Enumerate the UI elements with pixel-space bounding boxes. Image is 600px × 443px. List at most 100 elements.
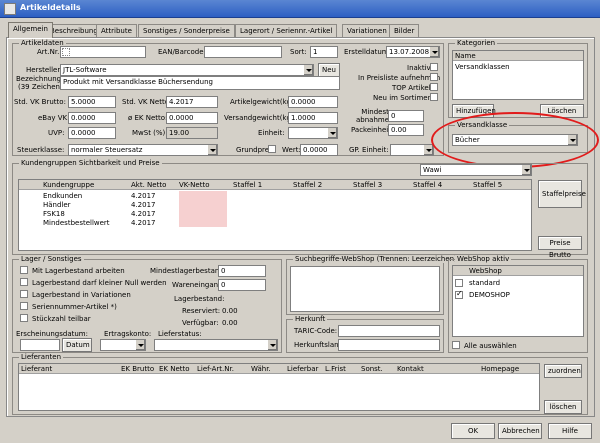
topartikel-label: TOP Artikel [392, 84, 431, 92]
suchbegriffe-textarea[interactable] [290, 266, 440, 312]
lieferstatus-select[interactable] [154, 339, 278, 351]
sort-field[interactable] [310, 46, 338, 58]
std-vk-netto-field[interactable] [166, 96, 218, 108]
abbrechen-button[interactable]: Abbrechen [498, 423, 542, 439]
webshop-list[interactable]: WebShop standard DEMOSHOP [452, 265, 584, 337]
table-row[interactable]: Händler 4.2017 [19, 201, 531, 209]
column-header: Staffel 4 [413, 181, 443, 189]
tab-beschreibung[interactable]: Beschreibung [45, 24, 103, 38]
alle-auswaehlen-checkbox[interactable] [452, 341, 460, 349]
group-label: Lager / Sonstiges [19, 255, 84, 263]
lieferanten-table[interactable]: Lieferant EK Brutto EK Netto Lief-Art.Nr… [18, 363, 540, 411]
chevron-down-icon[interactable] [207, 145, 217, 155]
zuordnen-button[interactable]: zuordnen [544, 364, 582, 378]
table-header: Lieferant EK Brutto EK Netto Lief-Art.Nr… [19, 364, 539, 374]
ek-netto-label: ø EK Netto: [128, 114, 168, 122]
taric-field[interactable] [338, 325, 440, 337]
group-label: Artikeldaten [19, 39, 66, 47]
steuerklasse-label: Steuerklasse: [17, 146, 65, 154]
inaktiv-checkbox[interactable] [430, 63, 438, 71]
wert-field[interactable] [300, 144, 338, 156]
chevron-down-icon[interactable] [267, 340, 277, 350]
erscheinungsdatum-field[interactable] [20, 339, 60, 351]
tab-attribute[interactable]: Attribute [96, 24, 137, 38]
artikelgewicht-field[interactable] [288, 96, 338, 108]
preise-brutto-button[interactable]: Preise Brutto [538, 236, 582, 259]
chevron-down-icon[interactable] [135, 340, 145, 350]
tab-sonstiges[interactable]: Sonstiges / Sonderpreise [138, 24, 235, 38]
bezeichnung-label: Bezeichnung: [16, 75, 64, 83]
preisliste-label: In Preisliste aufnehmen [358, 74, 441, 82]
grundpreis-checkbox[interactable] [268, 145, 276, 153]
ertragskonto-select[interactable] [100, 339, 146, 351]
loeschen-button[interactable]: löschen [544, 400, 582, 414]
staffelpreise-button[interactable]: Staffelpreise [538, 180, 586, 208]
kundengruppen-table[interactable]: Kundengruppe Akt. Netto VK-Netto Staffel… [18, 179, 532, 251]
tab-variationen[interactable]: Variationen [342, 24, 392, 38]
ok-button[interactable]: OK [451, 423, 495, 439]
lager-checkbox-4[interactable] [20, 302, 28, 310]
hilfe-button[interactable]: Hilfe [548, 423, 592, 439]
list-item[interactable]: DEMOSHOP [453, 289, 583, 301]
artikelgewicht-label: Artikelgewicht(kg): [230, 98, 297, 106]
ek-netto-field[interactable] [166, 112, 218, 124]
group-label: WebShop aktiv [455, 255, 512, 263]
std-vk-brutto-field[interactable] [68, 96, 116, 108]
group-label: Kategorien [455, 39, 498, 47]
webshop-checkbox[interactable] [455, 279, 463, 287]
lager-checkbox-2[interactable] [20, 278, 28, 286]
erstelldatum-field[interactable]: 13.07.2008 [386, 46, 440, 58]
mindestabnahme-label: Mindest- abnahme: [356, 108, 392, 124]
herkunftsland-field[interactable] [338, 339, 440, 351]
calendar-dropdown-icon[interactable] [429, 47, 439, 57]
column-header: Staffel 3 [353, 181, 383, 189]
uvp-field[interactable] [68, 127, 116, 139]
preisliste-checkbox[interactable] [430, 73, 438, 81]
bezeichnung-field[interactable]: Produkt mit Versandklasse Büchersendung [60, 76, 340, 90]
mindestlagerbestand-field[interactable] [218, 265, 266, 277]
chevron-down-icon[interactable] [521, 165, 531, 175]
chevron-down-icon[interactable] [423, 145, 433, 155]
tab-lagerort[interactable]: Lagerort / Seriennr.-Artikel [235, 24, 338, 38]
title-bar: Artikeldetails [0, 0, 600, 18]
table-row[interactable]: Mindestbestellwert 4.2017 [19, 219, 531, 227]
lager-checkbox-label: Mit Lagerbestand arbeiten [32, 267, 125, 275]
lager-checkbox-3[interactable] [20, 290, 28, 298]
chevron-down-icon[interactable] [303, 65, 313, 75]
steuerklasse-select[interactable]: normaler Steuersatz [68, 144, 218, 156]
column-header: Staffel 2 [293, 181, 323, 189]
neu-sortiment-checkbox[interactable] [430, 93, 438, 101]
gp-einheit-select[interactable] [390, 144, 434, 156]
wawi-select[interactable]: Wawi [420, 164, 532, 176]
lager-checkbox-1[interactable] [20, 266, 28, 274]
hersteller-neu-button[interactable]: Neu [318, 63, 340, 77]
datum-button[interactable]: Datum [62, 338, 92, 352]
column-header: Kontakt [397, 365, 424, 373]
topartikel-checkbox[interactable] [430, 83, 438, 91]
ean-field[interactable] [204, 46, 282, 58]
wareneingang-field[interactable] [218, 279, 266, 291]
webshop-checkbox[interactable] [455, 289, 463, 299]
packeinheit-field[interactable] [388, 124, 424, 136]
versandgewicht-field[interactable] [288, 112, 338, 124]
kategorien-header: Name [453, 51, 583, 61]
tab-bilder[interactable]: Bilder [389, 24, 420, 38]
mindestabnahme-field[interactable] [388, 110, 424, 122]
lager-checkbox-5[interactable] [20, 314, 28, 322]
column-header: Sonst. [361, 365, 383, 373]
group-label: Herkunft [293, 315, 328, 323]
wert-label: Wert: [282, 146, 301, 154]
list-item[interactable]: standard [453, 279, 583, 289]
hersteller-select[interactable]: JTL-Software [60, 64, 314, 76]
table-row[interactable]: FSK18 4.2017 [19, 210, 531, 218]
lager-checkbox-label: Lagerbestand darf kleiner Null werden [32, 279, 167, 287]
chevron-down-icon[interactable] [327, 128, 337, 138]
kategorien-list[interactable]: Name Versandklassen [452, 50, 584, 100]
sort-label: Sort: [290, 48, 307, 56]
tab-allgemein[interactable]: Allgemein [8, 22, 53, 38]
ebay-vk-field[interactable] [68, 112, 116, 124]
artnr-field[interactable] [60, 46, 146, 58]
list-item[interactable]: Versandklassen [453, 63, 583, 71]
einheit-select[interactable] [288, 127, 338, 139]
table-row[interactable]: Endkunden 4.2017 [19, 192, 531, 200]
